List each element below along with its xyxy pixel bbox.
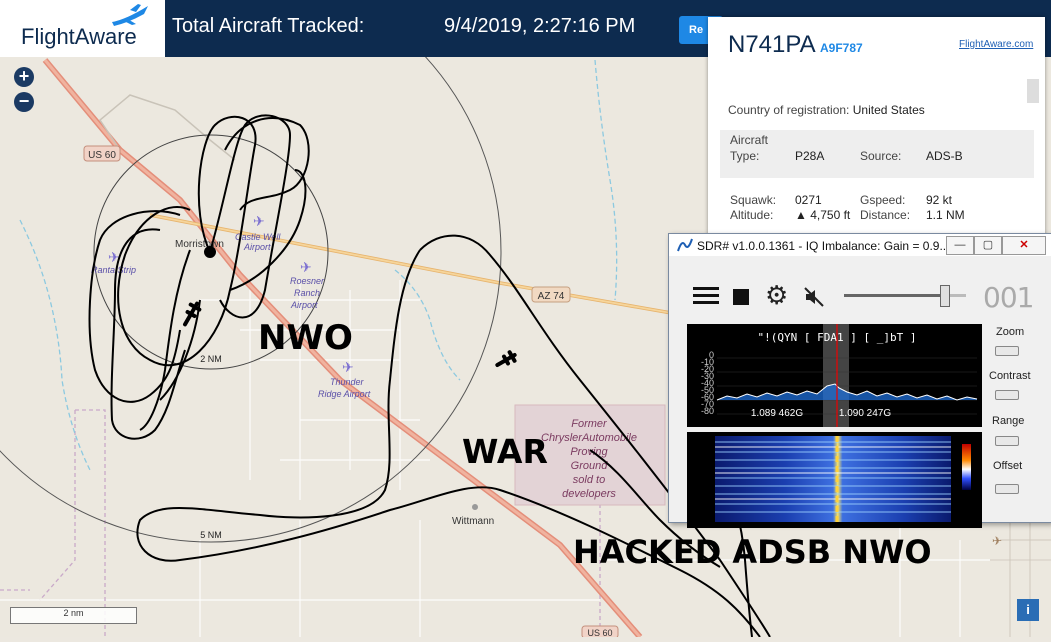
source-value: ADS-B	[926, 149, 963, 163]
gspeed-value: 92 kt	[926, 193, 953, 207]
spectrum-display[interactable]: "!(QYN [ FDA1 ] [ _]bT ] 0 -10 -20 -30 -…	[687, 324, 982, 427]
sdr-window: SDR# v1.0.0.1361 - IQ Imbalance: Gain = …	[668, 233, 1051, 528]
road-shield-us60: US 60	[83, 145, 121, 162]
scale-bar: 2 nm	[10, 607, 137, 624]
svg-text:sold to: sold to	[573, 474, 605, 486]
svg-text:Roesner: Roesner	[290, 276, 325, 286]
squawk-label: Squawk:	[730, 193, 777, 207]
road-shield-us60-south: US 60	[581, 625, 619, 639]
svg-text:Proving: Proving	[570, 446, 608, 458]
zoom-slider[interactable]	[995, 346, 1019, 356]
distance-label: Distance:	[860, 208, 911, 222]
flightaware-link[interactable]: FlightAware.com	[959, 39, 1033, 50]
svg-text:Ranch: Ranch	[294, 288, 320, 298]
svg-text:Ridge Airport: Ridge Airport	[318, 389, 371, 399]
sdr-body: ⚙ 001 "!(QYN [ FDA1 ] [ _]bT ] 0 -10 -20…	[669, 256, 1051, 528]
zoom-in-button[interactable]: +	[14, 67, 34, 87]
distance-value: 1.1 NM	[926, 208, 965, 222]
offset-label: Offset	[993, 460, 1023, 472]
sdr-title: SDR# v1.0.0.1361 - IQ Imbalance: Gain = …	[697, 239, 950, 253]
datetime: 9/4/2019, 2:27:16 PM	[444, 15, 636, 37]
range-label: Range	[992, 415, 1025, 427]
info-button[interactable]: i	[1017, 599, 1039, 621]
svg-text:1.089 462G: 1.089 462G	[751, 408, 803, 419]
overlay-war: WAR	[462, 432, 548, 471]
hex-code: A9F787	[820, 41, 863, 55]
altitude-value: ▲ 4,750 ft	[795, 208, 851, 222]
svg-text:US 60: US 60	[88, 150, 116, 161]
close-button[interactable]: ✕	[1002, 236, 1046, 255]
colorbar	[962, 444, 971, 490]
gspeed-label: Gspeed:	[860, 193, 906, 207]
aircraft-info-panel: N741PA A9F787 FlightAware.com Country of…	[708, 17, 1045, 241]
svg-text:Airport: Airport	[243, 242, 271, 252]
counter-display: 001	[983, 281, 1034, 314]
source-label: Source:	[860, 149, 902, 163]
squawk-value: 0271	[795, 193, 822, 207]
svg-text:Wittmann: Wittmann	[452, 516, 494, 527]
svg-text:-80: -80	[701, 406, 714, 416]
type-value: P28A	[795, 149, 825, 163]
type-label: Type:	[730, 149, 760, 163]
aircraft-heading: Aircraft	[730, 133, 769, 147]
svg-text:Airport: Airport	[290, 300, 318, 310]
svg-text:developers: developers	[562, 488, 616, 500]
svg-text:2 NM: 2 NM	[200, 354, 222, 364]
country-label: Country of registration:	[728, 103, 850, 117]
overlay-hacked: HACKED ADSB NWO	[573, 533, 932, 571]
sdr-titlebar[interactable]: SDR# v1.0.0.1361 - IQ Imbalance: Gain = …	[669, 234, 1051, 256]
tracked-label: Total Aircraft Tracked:	[172, 15, 365, 37]
minimize-button[interactable]: —	[946, 236, 974, 255]
country-value: United States	[852, 103, 925, 117]
svg-text:✈: ✈	[992, 534, 1002, 548]
mute-icon[interactable]	[803, 286, 825, 308]
zoom-label: Zoom	[996, 326, 1025, 338]
svg-text:1.090 247G: 1.090 247G	[839, 408, 891, 419]
svg-text:US 60: US 60	[587, 628, 612, 637]
contrast-slider[interactable]	[995, 390, 1019, 400]
svg-text:Former: Former	[571, 418, 608, 430]
tail-number: N741PA	[728, 31, 816, 58]
volume-slider[interactable]	[940, 285, 951, 307]
maximize-button[interactable]: ▢	[974, 236, 1002, 255]
logo-text: FlightAware	[21, 24, 137, 49]
svg-text:Thunder: Thunder	[330, 377, 365, 387]
svg-text:5 NM: 5 NM	[200, 530, 222, 540]
svg-text:✈: ✈	[342, 359, 354, 375]
panel-scrollbar[interactable]	[1027, 79, 1039, 103]
svg-text:✈: ✈	[300, 259, 312, 275]
road-shield-az74: AZ 74	[531, 286, 571, 303]
position-dot	[204, 246, 216, 258]
overlay-nwo: NWO	[258, 318, 353, 358]
volume-fill	[844, 294, 945, 297]
zoom-out-button[interactable]: −	[14, 92, 34, 112]
menu-icon[interactable]	[693, 287, 719, 305]
range-slider[interactable]	[995, 436, 1019, 446]
svg-text:✈: ✈	[253, 213, 265, 229]
svg-text:Ground: Ground	[571, 460, 609, 472]
svg-text:Ranta Strip: Ranta Strip	[91, 265, 136, 275]
altitude-label: Altitude:	[730, 208, 774, 222]
gear-icon[interactable]: ⚙	[765, 282, 788, 308]
sdr-app-icon	[677, 238, 693, 252]
flightaware-logo[interactable]: FlightAware	[0, 0, 165, 57]
waterfall-display[interactable]	[687, 432, 982, 528]
svg-text:AZ 74: AZ 74	[538, 291, 565, 302]
stop-icon[interactable]	[733, 289, 749, 305]
contrast-label: Contrast	[989, 370, 1031, 382]
svg-text:Morristown: Morristown	[175, 239, 224, 250]
offset-slider[interactable]	[995, 484, 1019, 494]
